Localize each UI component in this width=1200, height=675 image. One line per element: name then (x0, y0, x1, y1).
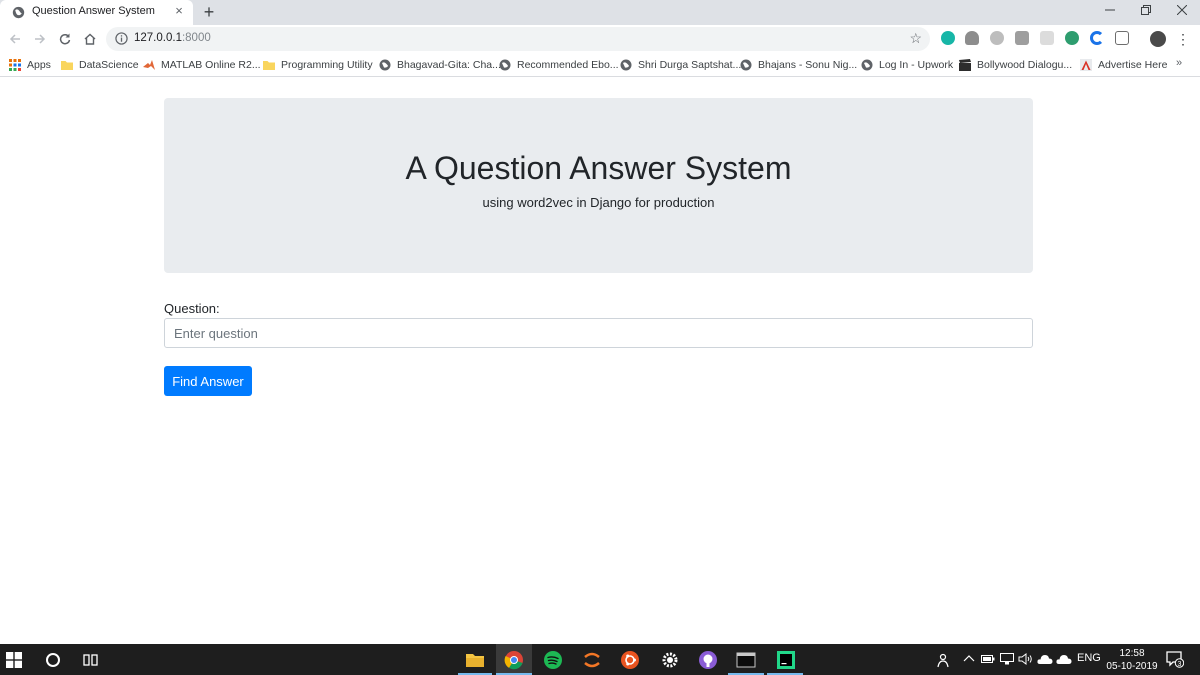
clock-date: 05-10-2019 (1106, 661, 1158, 672)
bookmark-recommended-ebooks[interactable]: Recommended Ebo... (499, 58, 619, 72)
jupyter-icon[interactable] (582, 650, 602, 670)
bookmark-label: Log In - Upwork (879, 59, 954, 71)
bookmark-label: Advertise Here (1098, 59, 1168, 71)
bookmark-bollywood[interactable]: Bollywood Dialogu... (959, 58, 1072, 72)
home-icon[interactable] (81, 30, 99, 48)
onedrive-icon[interactable] (1037, 653, 1053, 665)
reload-icon[interactable] (56, 30, 74, 48)
close-window-icon[interactable] (1164, 0, 1200, 22)
globe-icon (861, 59, 873, 71)
extension-c-icon[interactable] (1090, 31, 1104, 45)
extension-compass-icon[interactable] (990, 31, 1004, 45)
restore-icon[interactable] (1128, 0, 1164, 22)
bookmark-bhajans[interactable]: Bhajans - Sonu Nig... (740, 58, 857, 72)
volume-icon[interactable] (1018, 653, 1032, 665)
input-language[interactable]: ENG (1077, 652, 1101, 664)
globe-icon (499, 59, 511, 71)
extension-blank-icon[interactable] (1040, 31, 1054, 45)
clapperboard-icon (959, 59, 971, 71)
file-explorer-icon[interactable] (465, 650, 485, 670)
url-port: :8000 (181, 32, 211, 44)
tab-close-icon[interactable]: × (172, 4, 186, 18)
menu-kebab-icon[interactable]: ⋮ (1176, 30, 1190, 48)
matlab-icon (143, 60, 155, 70)
bookmark-label: MATLAB Online R2... (161, 59, 261, 71)
action-center-icon[interactable]: 3 (1166, 651, 1184, 668)
windows-start-icon[interactable] (6, 652, 22, 668)
folder-icon (61, 61, 73, 70)
ubuntu-icon[interactable] (620, 650, 640, 670)
pycharm-icon[interactable] (776, 650, 796, 670)
jumbotron-header: A Question Answer System using word2vec … (164, 98, 1033, 273)
github-desktop-icon[interactable] (698, 650, 718, 670)
question-label: Question: (164, 301, 220, 316)
globe-icon (379, 59, 391, 71)
cortana-search-icon[interactable] (45, 652, 61, 668)
bookmark-label: Programming Utility (281, 59, 373, 71)
battery-icon[interactable] (981, 654, 995, 664)
extension-cloud-icon[interactable] (965, 31, 979, 45)
page-title: A Question Answer System (405, 150, 792, 186)
bookmark-apps[interactable]: Apps (9, 58, 51, 72)
bookmark-advertise-here[interactable]: Advertise Here (1080, 58, 1167, 72)
bookmark-label: Recommended Ebo... (517, 59, 619, 71)
bookmark-datascience[interactable]: DataScience (61, 58, 139, 72)
task-view-icon[interactable] (83, 652, 99, 668)
globe-icon (620, 59, 632, 71)
tab-title: Question Answer System (32, 5, 155, 17)
folder-icon (263, 61, 275, 70)
new-tab-button[interactable]: + (200, 2, 218, 22)
bookmark-label: Bollywood Dialogu... (977, 59, 1073, 71)
url-text[interactable]: 127.0.0.1:8000 (134, 32, 211, 44)
system-clock[interactable]: 12:58 05-10-2019 (1104, 647, 1160, 673)
clock-time: 12:58 (1119, 648, 1145, 659)
bookmark-label: DataScience (79, 59, 139, 71)
extension-g-icon[interactable] (1065, 31, 1079, 45)
browser-toolbar: 127.0.0.1:8000 ☆ (0, 25, 1200, 53)
extension-grammarly-icon[interactable] (941, 31, 955, 45)
page-subtitle: using word2vec in Django for production (482, 195, 715, 210)
bookmark-label: Bhajans - Sonu Nig... (758, 59, 858, 71)
question-input[interactable] (164, 318, 1033, 348)
bookmark-label: Shri Durga Saptshat... (638, 59, 742, 71)
apps-grid-icon (9, 59, 21, 71)
forward-icon[interactable] (31, 30, 49, 48)
info-icon[interactable] (115, 32, 128, 45)
bookmark-upwork[interactable]: Log In - Upwork (861, 58, 953, 72)
windows-taskbar: ENG 12:58 05-10-2019 3 (0, 644, 1200, 675)
network-icon[interactable] (1000, 653, 1014, 665)
adobe-icon (1080, 59, 1092, 71)
chevron-up-icon[interactable] (963, 653, 975, 665)
bookmarks-bar: Apps DataScience MATLAB Online R2... Pro… (0, 53, 1200, 77)
people-icon[interactable] (933, 652, 949, 668)
globe-icon (740, 59, 752, 71)
bookmark-star-icon[interactable]: ☆ (909, 30, 922, 47)
minimize-icon[interactable] (1092, 0, 1128, 22)
bookmark-matlab[interactable]: MATLAB Online R2... (143, 58, 261, 72)
notification-count: 3 (1178, 661, 1182, 668)
settings-gear-icon[interactable] (660, 650, 680, 670)
bookmark-bhagavad-gita[interactable]: Bhagavad-Gita: Cha... (379, 58, 501, 72)
bookmark-shri-durga[interactable]: Shri Durga Saptshat... (620, 58, 741, 72)
browser-tab-strip: Question Answer System × + (0, 0, 1200, 25)
bookmark-label: Bhagavad-Gita: Cha... (397, 59, 501, 71)
browser-tab[interactable]: Question Answer System × (0, 0, 193, 25)
chrome-icon[interactable] (504, 650, 524, 670)
bookmark-label: Apps (27, 59, 51, 71)
back-icon[interactable] (6, 30, 24, 48)
address-bar[interactable]: 127.0.0.1:8000 ☆ (106, 27, 930, 51)
spotify-icon[interactable] (543, 650, 563, 670)
extension-ci-icon[interactable] (1015, 31, 1029, 45)
more-bookmarks-icon[interactable]: » (1176, 57, 1182, 69)
cloud-sync-icon[interactable] (1056, 653, 1072, 665)
profile-avatar[interactable] (1150, 31, 1166, 47)
terminal-icon[interactable] (736, 650, 756, 670)
screen: Question Answer System × + 127.0.0.1:800… (0, 0, 1200, 675)
bookmark-programming-utility[interactable]: Programming Utility (263, 58, 373, 72)
find-answer-button[interactable]: Find Answer (164, 366, 252, 396)
url-host: 127.0.0.1 (134, 32, 182, 44)
extension-screenshot-icon[interactable] (1115, 31, 1129, 45)
globe-icon (12, 6, 25, 19)
